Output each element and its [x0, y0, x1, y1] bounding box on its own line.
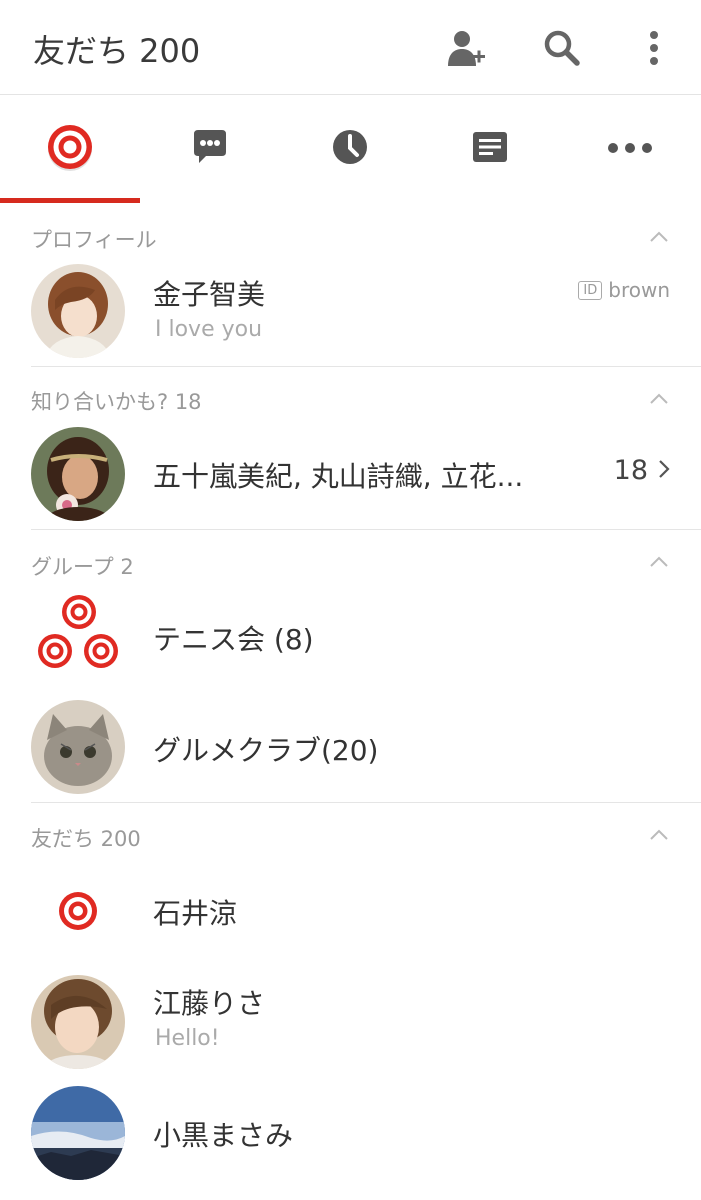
friends-target-icon — [44, 121, 96, 177]
section-header-groups: グループ 2 — [31, 555, 134, 579]
tab-more[interactable] — [560, 95, 700, 203]
chevron-up-icon[interactable] — [649, 229, 669, 243]
divider — [31, 529, 701, 530]
avatar[interactable] — [31, 264, 125, 358]
chevron-right-icon — [658, 455, 670, 486]
profile-name: 金子智美 — [153, 278, 266, 311]
search-icon[interactable] — [542, 28, 582, 68]
id-badge: ID — [578, 280, 603, 300]
profile-status: I love you — [155, 317, 263, 342]
profile-id[interactable]: ID brown — [578, 278, 670, 302]
group-name[interactable]: グルメクラブ(20) — [153, 729, 378, 769]
id-value: brown — [608, 278, 670, 302]
avatar[interactable] — [31, 975, 125, 1069]
section-header-friends: 友だち 200 — [31, 827, 141, 851]
page-title: 友だち 200 — [33, 32, 201, 70]
add-friend-icon[interactable] — [446, 28, 486, 68]
active-tab-indicator — [0, 198, 140, 203]
tab-bar — [0, 95, 701, 203]
divider — [31, 366, 701, 367]
friend-name[interactable]: 石井涼 — [153, 892, 237, 932]
suggested-count-value: 18 — [613, 455, 648, 486]
friend-name[interactable]: 小黒まさみ — [153, 1114, 293, 1154]
group-default-icon[interactable] — [31, 590, 125, 684]
tab-friends[interactable] — [0, 95, 140, 203]
default-avatar-icon[interactable] — [31, 864, 125, 958]
more-horizontal-icon — [606, 140, 654, 159]
friend-name[interactable]: 江藤りさ — [153, 982, 265, 1022]
chevron-up-icon[interactable] — [649, 827, 669, 841]
group-name[interactable]: テニス会 (8) — [153, 618, 314, 658]
chat-bubble-icon — [190, 127, 230, 171]
divider — [31, 802, 701, 803]
avatar[interactable] — [31, 1086, 125, 1180]
tab-chats[interactable] — [140, 95, 280, 203]
app-header: 友だち 200 — [0, 0, 701, 95]
suggested-names: 五十嵐美紀, 丸山詩織, 立花... — [153, 460, 524, 493]
news-icon — [470, 127, 510, 171]
friend-status: Hello! — [155, 1026, 220, 1051]
tab-news[interactable] — [420, 95, 560, 203]
avatar[interactable] — [31, 700, 125, 794]
tab-timeline[interactable] — [280, 95, 420, 203]
clock-icon — [330, 127, 370, 171]
more-vertical-icon[interactable] — [634, 28, 674, 68]
chevron-up-icon[interactable] — [649, 391, 669, 405]
avatar[interactable] — [31, 427, 125, 521]
chevron-up-icon[interactable] — [649, 554, 669, 568]
section-header-profile: プロフィール — [31, 228, 157, 252]
suggested-count[interactable]: 18 — [614, 455, 670, 486]
section-header-suggested: 知り合いかも? 18 — [31, 390, 202, 414]
